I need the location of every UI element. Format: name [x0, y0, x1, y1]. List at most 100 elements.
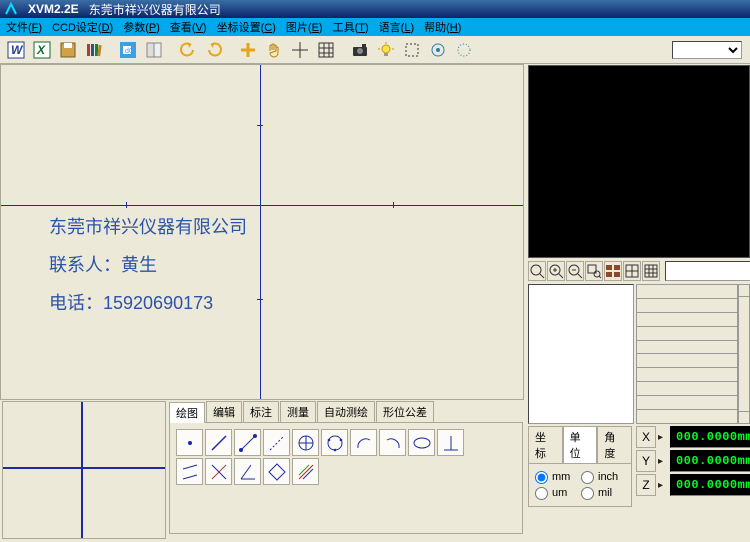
- chevron-right-icon: ▸: [658, 480, 668, 491]
- grid-row: [637, 396, 738, 410]
- tool-parallel-icon[interactable]: [176, 458, 203, 485]
- zoom-field[interactable]: [665, 261, 750, 281]
- scroll-up-icon[interactable]: [739, 285, 749, 297]
- menu-picture[interactable]: 图片(E): [286, 19, 323, 35]
- tick: [126, 202, 127, 208]
- menu-file[interactable]: 文件(F): [6, 19, 42, 35]
- radio-inch-input[interactable]: [581, 471, 594, 484]
- radio-mm-input[interactable]: [535, 471, 548, 484]
- result-grid[interactable]: [636, 284, 738, 424]
- thumb-crosshair-v: [81, 402, 83, 538]
- dro-axis-y-button[interactable]: Y: [636, 450, 656, 472]
- menu-lang[interactable]: 语言(L): [379, 19, 414, 35]
- crosshair-horizontal-line: [1, 205, 523, 206]
- tab-auto[interactable]: 自动测绘: [317, 401, 375, 422]
- tab-annot[interactable]: 标注: [243, 401, 279, 422]
- undo-icon[interactable]: [176, 38, 200, 62]
- feature-list[interactable]: [528, 284, 634, 424]
- menu-ccd[interactable]: CCD设定(D): [52, 19, 113, 35]
- excel-export-icon[interactable]: X: [30, 38, 54, 62]
- camera-icon[interactable]: [348, 38, 372, 62]
- grid-scrollbar[interactable]: [738, 284, 750, 424]
- company-title: 东莞市祥兴仪器有限公司: [89, 1, 221, 18]
- title-bar: XVM2.2E 东莞市祥兴仪器有限公司: [0, 0, 750, 18]
- save-disk-icon[interactable]: [56, 38, 80, 62]
- dro-axis-x-button[interactable]: X: [636, 426, 656, 448]
- camera-video-feed[interactable]: [528, 65, 750, 258]
- redo-icon[interactable]: [202, 38, 226, 62]
- zoom-out-icon[interactable]: [566, 261, 584, 281]
- tool-arc-cw-icon[interactable]: [379, 429, 406, 456]
- toolbar-dropdown[interactable]: [672, 41, 742, 59]
- tool-arc-ccw-icon[interactable]: [350, 429, 377, 456]
- svg-text:X: X: [36, 43, 46, 57]
- grid-row: [637, 410, 738, 424]
- dotted-circle-icon[interactable]: [452, 38, 476, 62]
- compare-icon[interactable]: [142, 38, 166, 62]
- radio-mm[interactable]: mm: [535, 471, 579, 484]
- tab-coord[interactable]: 坐标: [528, 426, 563, 463]
- zoom-region-icon[interactable]: [585, 261, 603, 281]
- tool-diamond-icon[interactable]: [263, 458, 290, 485]
- crosshair-plus-icon[interactable]: [236, 38, 260, 62]
- thumb-crosshair-h: [3, 467, 165, 469]
- library-icon[interactable]: [82, 38, 106, 62]
- radio-um[interactable]: um: [535, 487, 579, 500]
- thumbnails-icon[interactable]: [604, 261, 622, 281]
- tab-edit[interactable]: 编辑: [206, 401, 242, 422]
- drawing-tabs-panel: 绘图 编辑 标注 测量 自动测绘 形位公差: [168, 400, 524, 540]
- zoom-actual-icon[interactable]: [528, 261, 546, 281]
- selection-dashed-icon[interactable]: [400, 38, 424, 62]
- scroll-down-icon[interactable]: [739, 411, 749, 423]
- menu-params[interactable]: 参数(P): [123, 19, 160, 35]
- crosshair-thin-icon[interactable]: [288, 38, 312, 62]
- radio-mil-input[interactable]: [581, 487, 594, 500]
- radio-mil[interactable]: mil: [581, 487, 625, 500]
- tool-point-icon[interactable]: [176, 429, 203, 456]
- tab-angle[interactable]: 角度: [597, 426, 632, 463]
- tool-perpendicular-icon[interactable]: [437, 429, 464, 456]
- light-bulb-icon[interactable]: [374, 38, 398, 62]
- tool-line-ne-icon[interactable]: [205, 429, 232, 456]
- radio-um-input[interactable]: [535, 487, 548, 500]
- chevron-right-icon: ▸: [658, 456, 668, 467]
- right-bottom: 坐标 单位 角度 mm inch um mil X ▸ 000.0000mm: [528, 426, 750, 507]
- left-column: 东莞市祥兴仪器有限公司 联系人：黄生 电话：15920690173 绘图 编辑 …: [0, 64, 524, 542]
- tab-gdtol[interactable]: 形位公差: [376, 401, 434, 422]
- drawing-canvas[interactable]: 东莞市祥兴仪器有限公司 联系人：黄生 电话：15920690173: [0, 64, 524, 400]
- word-export-icon[interactable]: W: [4, 38, 28, 62]
- target-icon[interactable]: [426, 38, 450, 62]
- unit-body: mm inch um mil: [528, 463, 632, 507]
- data-area: [528, 284, 750, 424]
- tool-circle-3pt-icon[interactable]: [321, 429, 348, 456]
- tool-circle-center-icon[interactable]: [292, 429, 319, 456]
- tab-unit[interactable]: 单位: [563, 426, 598, 463]
- menu-tools[interactable]: 工具(T): [333, 19, 369, 35]
- tool-dashed-line-icon[interactable]: [263, 429, 290, 456]
- tool-ellipse-icon[interactable]: [408, 429, 435, 456]
- tool-cross-lines-icon[interactable]: [205, 458, 232, 485]
- menu-help[interactable]: 帮助(H): [424, 19, 461, 35]
- radio-inch[interactable]: inch: [581, 471, 625, 484]
- unit-tabs: 坐标 单位 角度: [528, 426, 632, 463]
- pan-hand-icon[interactable]: [262, 38, 286, 62]
- tick: [393, 202, 394, 208]
- toolbar: W X dC: [0, 36, 750, 64]
- grid-9-icon[interactable]: [642, 261, 660, 281]
- grid-icon[interactable]: [314, 38, 338, 62]
- tool-angle-icon[interactable]: [234, 458, 261, 485]
- overlay-mode-icon[interactable]: dC: [116, 38, 140, 62]
- grid-4-icon[interactable]: [623, 261, 641, 281]
- dro-value-y: 000.0000mm: [670, 450, 750, 472]
- thumbnail-view[interactable]: [2, 401, 166, 539]
- tool-rgb-lines-icon[interactable]: [292, 458, 319, 485]
- dro-axis-z-button[interactable]: Z: [636, 474, 656, 496]
- tab-draw[interactable]: 绘图: [169, 402, 205, 423]
- tool-arc-line-icon[interactable]: [234, 429, 261, 456]
- grid-row: [637, 368, 738, 382]
- overlay-phone-text: 电话：15920690173: [49, 287, 213, 319]
- zoom-in-icon[interactable]: [547, 261, 565, 281]
- menu-coord[interactable]: 坐标设置(C): [217, 19, 276, 35]
- tab-measure[interactable]: 测量: [280, 401, 316, 422]
- menu-view[interactable]: 查看(V): [170, 19, 207, 35]
